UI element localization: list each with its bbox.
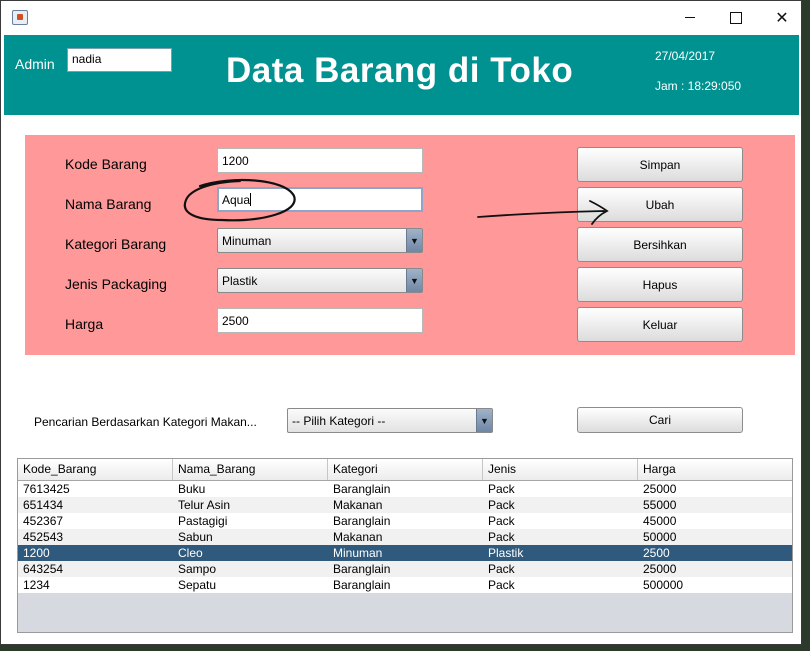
- time-display: Jam : 18:29:050: [655, 79, 742, 93]
- table-cell: Pack: [488, 530, 515, 544]
- minimize-button[interactable]: [667, 1, 713, 34]
- table-cell: 25000: [643, 562, 677, 576]
- table-cell: 45000: [643, 514, 677, 528]
- table-cell: Plastik: [488, 546, 524, 560]
- data-table: Kode_Barang Nama_Barang Kategori Jenis H…: [17, 458, 793, 633]
- text-caret: [250, 193, 252, 206]
- page-title: Data Barang di Toko: [226, 51, 574, 90]
- table-cell: Pack: [488, 498, 515, 512]
- app-window: ✕ Admin nadia Data Barang di Toko 27/04/…: [0, 0, 802, 645]
- table-body: 7613425 Buku Baranglain Pack 25000 65143…: [18, 481, 792, 593]
- column-header-harga[interactable]: Harga: [638, 459, 792, 480]
- header-banner: Admin nadia Data Barang di Toko 27/04/20…: [4, 35, 799, 115]
- table-cell: Pack: [488, 578, 515, 592]
- table-cell: 500000: [643, 578, 684, 592]
- kategori-barang-label: Kategori Barang: [65, 236, 167, 252]
- table-cell: Sampo: [178, 562, 217, 576]
- search-category-value: -- Pilih Kategori --: [292, 414, 386, 428]
- table-cell: Baranglain: [333, 578, 391, 592]
- cari-button[interactable]: Cari: [577, 407, 743, 433]
- table-row[interactable]: 452543 Sabun Makanan Pack 50000: [18, 529, 792, 545]
- table-cell: Minuman: [333, 546, 383, 560]
- table-cell: 1234: [23, 578, 50, 592]
- harga-input[interactable]: 2500: [217, 308, 423, 333]
- table-cell: 452543: [23, 530, 64, 544]
- nama-barang-value: Aqua: [222, 193, 251, 207]
- form-panel: Kode Barang 1200 Nama Barang Aqua Katego…: [25, 135, 795, 355]
- simpan-button[interactable]: Simpan: [577, 147, 743, 182]
- maximize-icon: [730, 11, 742, 24]
- admin-name-field[interactable]: nadia: [67, 48, 172, 72]
- table-row[interactable]: 651434 Telur Asin Makanan Pack 55000: [18, 497, 792, 513]
- column-header-kategori[interactable]: Kategori: [328, 459, 483, 480]
- column-header-jenis[interactable]: Jenis: [483, 459, 638, 480]
- table-row[interactable]: 452367 Pastagigi Baranglain Pack 45000: [18, 513, 792, 529]
- jenis-packaging-value: Plastik: [222, 274, 258, 288]
- jenis-packaging-select[interactable]: Plastik ▼: [217, 268, 423, 293]
- table-cell: 7613425: [23, 482, 70, 496]
- column-header-nama[interactable]: Nama_Barang: [173, 459, 328, 480]
- table-row[interactable]: 1234 Sepatu Baranglain Pack 500000: [18, 577, 792, 593]
- table-cell: Pack: [488, 482, 515, 496]
- nama-barang-input[interactable]: Aqua: [217, 187, 423, 212]
- kode-barang-label: Kode Barang: [65, 156, 147, 172]
- search-category-select[interactable]: -- Pilih Kategori -- ▼: [287, 408, 493, 433]
- table-cell: Sabun: [178, 530, 213, 544]
- nama-barang-label: Nama Barang: [65, 196, 152, 212]
- table-cell: Pack: [488, 514, 515, 528]
- chevron-down-icon[interactable]: ▼: [406, 269, 422, 292]
- table-cell: 643254: [23, 562, 64, 576]
- table-cell: 651434: [23, 498, 64, 512]
- table-cell: 50000: [643, 530, 677, 544]
- table-cell: Sepatu: [178, 578, 217, 592]
- table-header: Kode_Barang Nama_Barang Kategori Jenis H…: [18, 459, 792, 481]
- table-cell: 25000: [643, 482, 677, 496]
- table-cell: 452367: [23, 514, 64, 528]
- close-button[interactable]: ✕: [759, 1, 805, 34]
- maximize-button[interactable]: [713, 1, 759, 34]
- table-cell: Telur Asin: [178, 498, 231, 512]
- table-cell: Pastagigi: [178, 514, 228, 528]
- table-cell: Makanan: [333, 498, 383, 512]
- jenis-packaging-label: Jenis Packaging: [65, 276, 167, 292]
- keluar-button[interactable]: Keluar: [577, 307, 743, 342]
- chevron-down-icon[interactable]: ▼: [476, 409, 492, 432]
- table-cell: 2500: [643, 546, 670, 560]
- title-bar: ✕: [1, 1, 801, 34]
- chevron-down-icon[interactable]: ▼: [406, 229, 422, 252]
- date-display: 27/04/2017: [655, 49, 716, 63]
- harga-label: Harga: [65, 316, 104, 332]
- table-row[interactable]: 643254 Sampo Baranglain Pack 25000: [18, 561, 792, 577]
- table-row[interactable]: 7613425 Buku Baranglain Pack 25000: [18, 481, 792, 497]
- table-cell: Makanan: [333, 530, 383, 544]
- column-header-kode[interactable]: Kode_Barang: [18, 459, 173, 480]
- table-cell: Buku: [178, 482, 206, 496]
- table-cell: Baranglain: [333, 514, 391, 528]
- table-cell: Cleo: [178, 546, 203, 560]
- bersihkan-button[interactable]: Bersihkan: [577, 227, 743, 262]
- table-cell: 55000: [643, 498, 677, 512]
- minimize-icon: [685, 17, 695, 18]
- admin-label: Admin: [15, 56, 55, 72]
- table-cell: Baranglain: [333, 562, 391, 576]
- kode-barang-input[interactable]: 1200: [217, 148, 423, 173]
- table-cell: 1200: [23, 546, 50, 560]
- hapus-button[interactable]: Hapus: [577, 267, 743, 302]
- kategori-barang-select[interactable]: Minuman ▼: [217, 228, 423, 253]
- search-category-label: Pencarian Berdasarkan Kategori Makan...: [34, 415, 257, 429]
- ubah-button[interactable]: Ubah: [577, 187, 743, 222]
- kategori-barang-value: Minuman: [222, 234, 272, 248]
- table-cell: Pack: [488, 562, 515, 576]
- table-cell: Baranglain: [333, 482, 391, 496]
- java-cup-icon: [12, 10, 28, 25]
- close-icon: ✕: [775, 8, 789, 27]
- table-row-selected[interactable]: 1200 Cleo Minuman Plastik 2500: [18, 545, 792, 561]
